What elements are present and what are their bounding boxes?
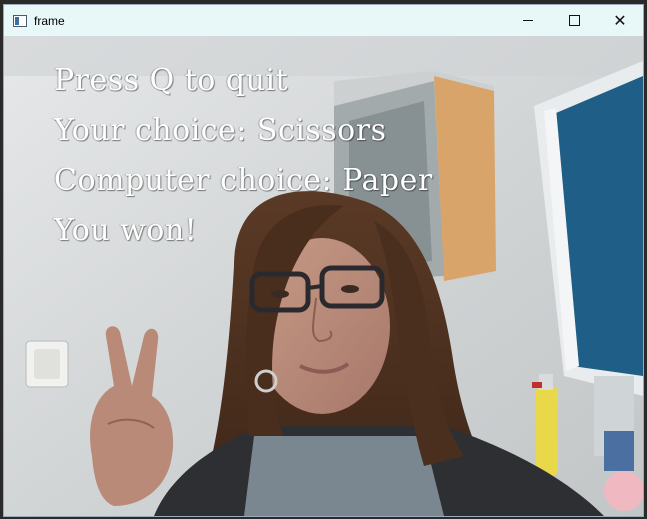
close-icon: ✕ xyxy=(613,11,627,30)
window-title: frame xyxy=(34,13,65,28)
window-controls: ✕ xyxy=(505,5,643,36)
close-button[interactable]: ✕ xyxy=(597,5,643,36)
computer-choice-label: Computer choice: Paper xyxy=(54,163,433,198)
result-label: You won! xyxy=(54,213,198,248)
window-app-icon xyxy=(13,14,27,27)
webcam-frame: Press Q to quit Your choice: Scissors Co… xyxy=(4,36,643,516)
maximize-button[interactable] xyxy=(551,5,597,36)
overlay-text: Press Q to quit Your choice: Scissors Co… xyxy=(54,56,433,256)
quit-instruction: Press Q to quit xyxy=(54,63,289,98)
app-window: frame ✕ Press Q to quit Your choice: Sci… xyxy=(3,4,644,517)
minimize-icon xyxy=(523,20,533,21)
title-bar[interactable]: frame ✕ xyxy=(4,5,643,36)
minimize-button[interactable] xyxy=(505,5,551,36)
maximize-icon xyxy=(568,15,580,26)
your-choice-label: Your choice: Scissors xyxy=(54,113,387,148)
